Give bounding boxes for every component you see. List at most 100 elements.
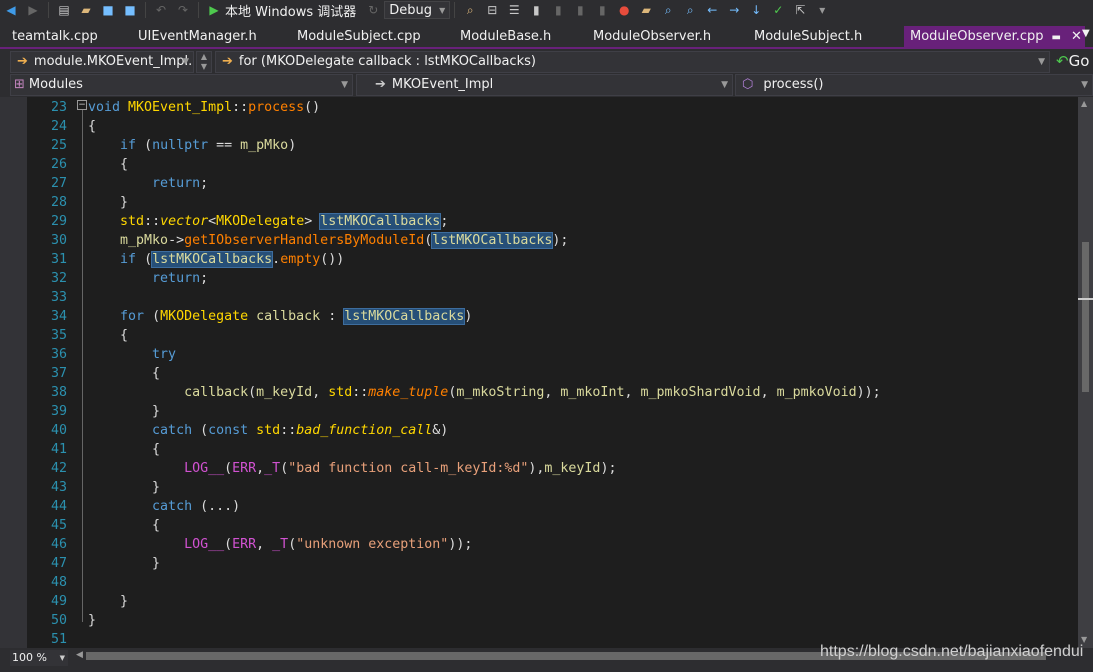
code-line[interactable]: 40 catch (const std::bad_function_call&) (27, 421, 1077, 440)
code-line[interactable]: 42 LOG__(ERR,_T("bad function call-m_key… (27, 459, 1077, 478)
code-text: { (88, 117, 96, 136)
bookmark-clear-icon[interactable]: ▮ (593, 1, 611, 19)
find-references-icon[interactable]: ⌕ (681, 1, 699, 19)
go-button[interactable]: ↶Go (1056, 52, 1089, 70)
code-line[interactable]: 37 { (27, 364, 1077, 383)
go-back-icon[interactable]: ← (703, 1, 721, 19)
tab-modulesubject-cpp[interactable]: ModuleSubject.cpp (297, 26, 421, 48)
code-token: , (544, 385, 561, 400)
code-text: try (88, 345, 176, 364)
bookmark-next-icon[interactable]: ▮ (571, 1, 589, 19)
vertical-scrollbar[interactable]: ▲ ▼ (1078, 97, 1093, 648)
code-token: vector (160, 214, 209, 229)
code-line[interactable]: 41 { (27, 440, 1077, 459)
find-symbol-icon[interactable]: ⌕ (659, 1, 677, 19)
tab-moduleobserver-cpp[interactable]: ModuleObserver.cpp ▬ ✕ (904, 26, 1085, 48)
refresh-icon[interactable]: ↻ (364, 1, 382, 19)
code-editor[interactable]: − 23 void MKOEvent_Impl::process() 24{25 i… (0, 97, 1078, 648)
line-number: 48 (50, 575, 67, 590)
code-line[interactable]: 49 } (27, 592, 1077, 611)
code-token: for (120, 309, 153, 324)
code-token: callback (248, 309, 321, 324)
class-dropdown[interactable]: ➔ MKOEvent_Impl ▼ (356, 74, 733, 96)
code-line[interactable]: 30 m_pMko->getIObserverHandlersByModuleI… (27, 231, 1077, 250)
config-select[interactable]: Debug ▼ (384, 1, 451, 19)
scroll-up-icon[interactable]: ▲ (1081, 99, 1087, 108)
code-line[interactable]: 35 { (27, 326, 1077, 345)
scroll-thumb[interactable] (1082, 242, 1089, 392)
code-line[interactable]: 29 std::vector<MKODelegate> lstMKOCallba… (27, 212, 1077, 231)
code-line[interactable]: 46 LOG__(ERR, _T("unknown exception")); (27, 535, 1077, 554)
member-dropdown[interactable]: ⬡ process() ▼ (735, 74, 1093, 96)
code-line[interactable]: 31 if (lstMKOCallbacks.empty()) (27, 250, 1077, 269)
code-line[interactable]: 45 { (27, 516, 1077, 535)
tab-moduleobserver-h[interactable]: ModuleObserver.h (593, 26, 711, 48)
zoom-select[interactable]: 100 % ▼ (10, 650, 68, 666)
code-line[interactable]: 39 } (27, 402, 1077, 421)
bookmark-icon[interactable]: ▮ (527, 1, 545, 19)
spellcheck-icon[interactable]: ✓ (769, 1, 787, 19)
open-folder-icon[interactable]: ▰ (77, 1, 95, 19)
indent-icon[interactable]: ☰ (505, 1, 523, 19)
scope-stepper[interactable]: ▲ ▼ (196, 51, 212, 73)
go-forward-icon[interactable]: → (725, 1, 743, 19)
code-line[interactable]: 44 catch (...) (27, 497, 1077, 516)
code-line[interactable]: 28 } (27, 193, 1077, 212)
code-line[interactable]: 23 void MKOEvent_Impl::process() (27, 98, 1077, 117)
run-debugger-button[interactable]: 本地 Windows 调试器 (225, 1, 356, 20)
tab-teamtalk-cpp[interactable]: teamtalk.cpp (12, 26, 98, 48)
code-token: m_mkoInt (560, 385, 625, 400)
bookmark-prev-icon[interactable]: ▮ (549, 1, 567, 19)
code-line[interactable]: 48 (27, 573, 1077, 592)
code-line[interactable]: 26 { (27, 155, 1077, 174)
code-token: , (760, 385, 777, 400)
step-into-icon[interactable]: ↓ (747, 1, 765, 19)
code-line[interactable]: 33 (27, 288, 1077, 307)
code-line[interactable]: 34 for (MKODelegate callback : lstMKOCal… (27, 307, 1077, 326)
code-line[interactable]: 32 return; (27, 269, 1077, 288)
new-project-icon[interactable]: ▤ (55, 1, 73, 19)
tomato-icon[interactable]: ● (615, 1, 633, 19)
statement-dropdown[interactable]: ➔ for (MKODelegate callback : lstMKOCallb… (215, 51, 1050, 73)
code-token: ), (528, 461, 545, 476)
tab-overflow-icon[interactable]: ▼ (1082, 28, 1090, 39)
code-token: == (208, 138, 241, 153)
tab-modulesubject-h[interactable]: ModuleSubject.h (754, 26, 862, 48)
code-token: _T (264, 461, 281, 476)
code-token: , (624, 385, 641, 400)
code-token: : (320, 309, 345, 324)
scope-dropdown[interactable]: ➔ module.MKOEvent_Impl. ▼ (10, 51, 194, 73)
code-line[interactable]: 50} (27, 611, 1077, 630)
close-icon[interactable]: ✕ (1071, 29, 1082, 44)
code-line[interactable]: 25 if (nullptr == m_pMko) (27, 136, 1077, 155)
undo-icon[interactable]: ↶ (152, 1, 170, 19)
code-line[interactable]: 24 { (27, 117, 1077, 136)
highlighted-reference: lstMKOCallbacks (319, 213, 442, 230)
code-line[interactable]: 36 try (27, 345, 1077, 364)
export-icon[interactable]: ⇱ (791, 1, 809, 19)
overflow-icon[interactable]: ▾ (813, 1, 831, 19)
back-icon[interactable]: ◀ (2, 1, 20, 19)
save-all-icon[interactable]: ■ (121, 1, 139, 19)
code-line[interactable]: 27 return; (27, 174, 1077, 193)
navigate-icon[interactable]: ⊟ (483, 1, 501, 19)
code-line[interactable]: 47 } (27, 554, 1077, 573)
pin-icon[interactable]: ▬ (1052, 32, 1061, 43)
play-icon[interactable]: ▶ (205, 1, 223, 19)
line-number: 33 (50, 290, 67, 305)
code-token: ; (200, 176, 209, 191)
tab-uieventmanager-h[interactable]: UIEventManager.h (138, 26, 257, 48)
code-line[interactable]: 38 callback(m_keyId, std::make_tuple(m_m… (27, 383, 1077, 402)
tab-modulebase-h[interactable]: ModuleBase.h (460, 26, 551, 48)
forward-icon[interactable]: ▶ (24, 1, 42, 19)
code-token: bad_function_call (296, 423, 433, 438)
open-file-icon[interactable]: ▰ (637, 1, 655, 19)
save-icon[interactable]: ■ (99, 1, 117, 19)
code-line[interactable]: 43 } (27, 478, 1077, 497)
redo-icon[interactable]: ↷ (174, 1, 192, 19)
project-dropdown[interactable]: ⊞ Modules ▼ (10, 74, 353, 96)
scroll-left-icon[interactable]: ◀ (76, 650, 83, 660)
code-token: "unknown exception" (296, 537, 449, 552)
find-icon[interactable]: ⌕ (461, 1, 479, 19)
